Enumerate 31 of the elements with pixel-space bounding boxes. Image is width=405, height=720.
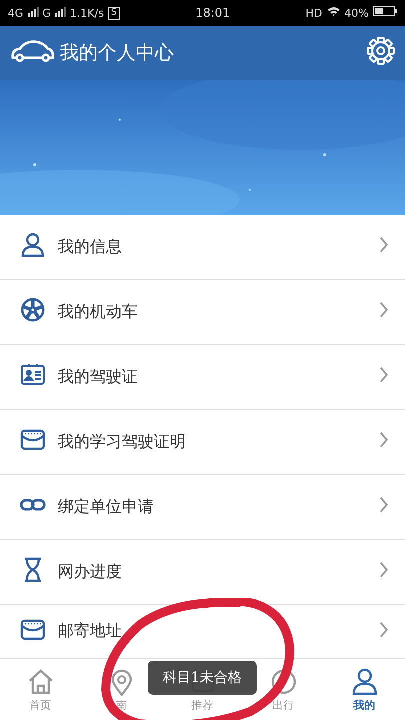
result-toast: 科目1未合格 [148, 661, 257, 695]
home-icon [26, 668, 54, 696]
wheel-icon [20, 297, 46, 323]
chevron-right-icon [379, 237, 389, 253]
person-icon [350, 668, 378, 696]
chevron-right-icon [379, 562, 389, 578]
envelope-icon [20, 427, 46, 453]
network-label: 4G [8, 6, 24, 20]
battery-icon [372, 6, 397, 17]
chevron-right-icon [379, 367, 389, 383]
chevron-right-icon [379, 497, 389, 513]
chevron-right-icon [379, 302, 389, 318]
person-icon [20, 232, 46, 258]
id-card-icon [20, 362, 46, 388]
signal-icon [55, 6, 66, 17]
page-title: 我的个人中心 [60, 41, 174, 66]
signal-icon [28, 6, 39, 17]
clock-time: 18:01 [196, 6, 230, 20]
chevron-right-icon [379, 622, 389, 638]
chevron-right-icon [379, 432, 389, 448]
nav-tab[interactable]: 我的 [324, 661, 405, 720]
location-pin-icon [112, 668, 132, 696]
network-label: G [42, 6, 52, 20]
battery-text: 40% [344, 6, 369, 20]
circle-icon [270, 668, 298, 696]
car-icon [10, 38, 56, 64]
speed-text: 1.1K/s [70, 6, 104, 20]
settings-icon[interactable] [367, 37, 395, 65]
status-badge: S [108, 6, 120, 20]
wifi-icon [326, 6, 341, 17]
hd-label: HD [306, 6, 323, 20]
